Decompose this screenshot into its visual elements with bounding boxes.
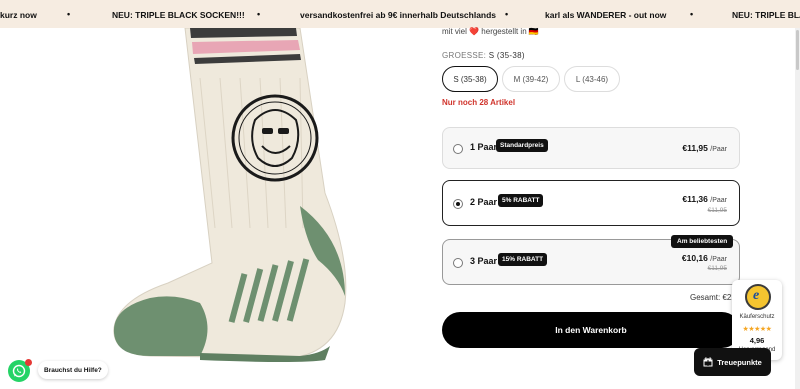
gift-icon — [703, 357, 713, 367]
loyalty-points-button[interactable]: Treuepunkte — [694, 348, 771, 376]
popular-badge: Am beliebtesten — [671, 235, 734, 248]
ticker-item: NEU: TRIPLE BLACK S — [732, 10, 800, 20]
trust-label: Käuferschutz — [739, 314, 775, 320]
bundle-price: €11,95 /Paar — [682, 143, 727, 153]
bundle-price: €10,16 /Paar — [682, 253, 727, 263]
ticker-item: kurz now — [0, 10, 37, 20]
ticker-separator: • — [67, 9, 71, 19]
bundle-price-unit: /Paar — [710, 197, 727, 204]
product-image — [0, 28, 400, 389]
trust-seal-icon — [745, 284, 771, 310]
size-label-text: GROESSE: — [442, 51, 487, 60]
announcement-ticker: kurz now • NEU: TRIPLE BLACK SOCKEN!!! •… — [0, 0, 800, 28]
made-with-love-text: mit viel ❤️ hergestellt in 🇩🇪 — [442, 27, 539, 36]
ticker-item: karl als WANDERER - out now — [545, 10, 667, 20]
notification-dot — [25, 359, 32, 366]
size-option-m[interactable]: M (39-42) — [502, 66, 560, 92]
whatsapp-icon — [12, 364, 26, 378]
bundle-option-2[interactable]: 2 Paar 5% RABATT €11,36 /Paar €11,95 — [442, 180, 740, 226]
ticker-item: NEU: TRIPLE BLACK SOCKEN!!! — [112, 10, 245, 20]
bundle-price-value: €11,95 — [682, 143, 708, 153]
scrollbar-thumb[interactable] — [796, 30, 799, 70]
total-price: Gesamt: €22, — [690, 293, 739, 302]
loyalty-points-label: Treuepunkte — [717, 357, 762, 367]
bundle-title: 2 Paar — [470, 197, 498, 207]
ticker-item: versandkostenfrei ab 9€ innerhalb Deutsc… — [300, 10, 497, 20]
bundle-radio-selected[interactable] — [453, 199, 463, 209]
bundle-price-unit: /Paar — [710, 146, 727, 153]
bundle-badge: 15% RABATT — [498, 253, 548, 266]
bundle-badge: 5% RABATT — [498, 194, 544, 207]
ticker-separator: • — [690, 9, 694, 19]
bundle-price-value: €11,36 — [682, 194, 708, 204]
bundle-title: 3 Paar — [470, 256, 498, 266]
size-option-l[interactable]: L (43-46) — [564, 66, 620, 92]
help-bubble[interactable]: Brauchst du Hilfe? — [38, 361, 108, 379]
stock-warning: Nur noch 28 Artikel — [442, 98, 516, 107]
bundle-radio[interactable] — [453, 144, 463, 154]
rating-score: 4,96 — [749, 336, 765, 345]
bundle-radio[interactable] — [453, 258, 463, 268]
rating-stars-icon: ★★★★★ — [742, 326, 772, 333]
size-option-s[interactable]: S (35-38) — [442, 66, 498, 92]
bundle-old-price: €11,95 — [707, 265, 727, 272]
bundle-option-1[interactable]: 1 Paar Standardpreis €11,95 /Paar — [442, 127, 740, 169]
bundle-title: 1 Paar — [470, 142, 498, 152]
bundle-old-price: €11,95 — [707, 207, 727, 214]
add-to-cart-button[interactable]: In den Warenkorb — [442, 312, 740, 348]
size-selected-value: S (35-38) — [488, 51, 525, 60]
ticker-separator: • — [505, 9, 509, 19]
size-label: GROESSE: S (35-38) — [442, 51, 525, 60]
bundle-price-value: €10,16 — [681, 253, 708, 263]
scrollbar[interactable] — [795, 28, 800, 389]
ticker-separator: • — [257, 9, 261, 19]
bundle-price: €11,36 /Paar — [682, 194, 727, 204]
bundle-badge: Standardpreis — [496, 139, 548, 152]
bundle-price-unit: /Paar — [710, 256, 727, 263]
sock-illustration — [113, 28, 347, 362]
